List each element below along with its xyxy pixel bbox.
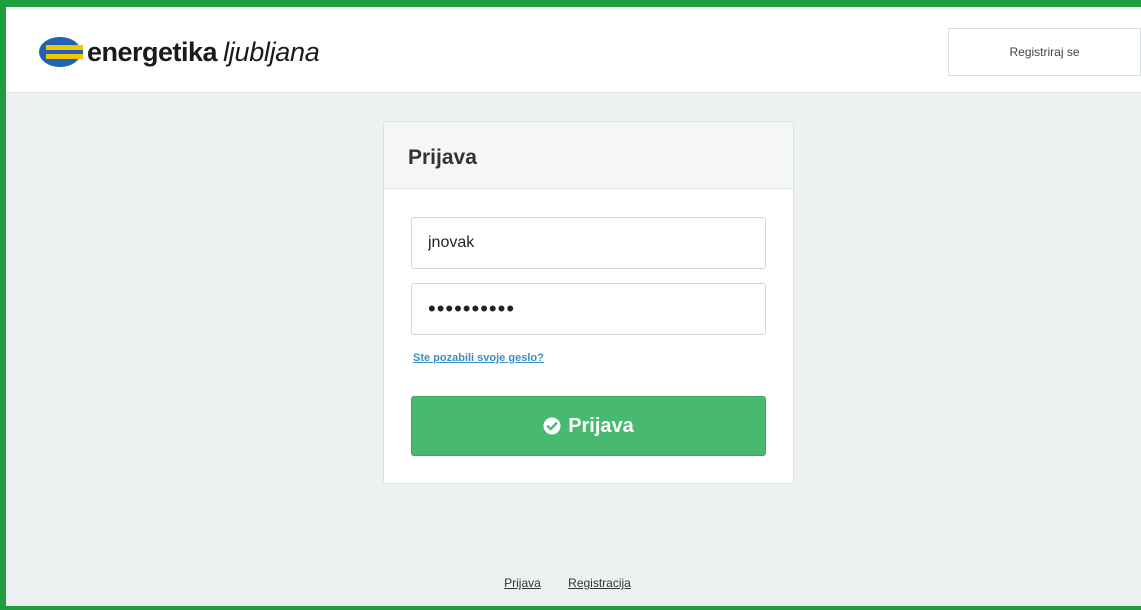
footer-link-login[interactable]: Prijava bbox=[504, 576, 541, 590]
login-button[interactable]: Prijava bbox=[411, 396, 766, 456]
forgot-password-link[interactable]: Ste pozabili svoje geslo? bbox=[413, 352, 544, 364]
login-title: Prijava bbox=[408, 146, 477, 169]
login-button-label: Prijava bbox=[568, 414, 634, 437]
login-panel-header: Prijava bbox=[384, 122, 793, 189]
footer-link-register[interactable]: Registracija bbox=[568, 576, 631, 590]
username-input[interactable] bbox=[411, 217, 766, 269]
top-bar: energetika ljubljana Registriraj se bbox=[6, 7, 1141, 93]
brand-logo[interactable]: energetika ljubljana bbox=[37, 32, 320, 72]
register-button[interactable]: Registriraj se bbox=[948, 28, 1141, 76]
brand-name-italic: ljubljana bbox=[223, 36, 320, 67]
password-input[interactable] bbox=[411, 283, 766, 335]
energetika-logo-icon bbox=[39, 37, 83, 67]
footer-links: Prijava Registracija bbox=[6, 576, 1141, 590]
app-frame: energetika ljubljana Registriraj se Prij… bbox=[0, 0, 1141, 610]
login-panel: Prijava Ste pozabili svoje geslo? Prijav… bbox=[383, 121, 794, 484]
check-circle-icon bbox=[543, 417, 561, 435]
brand-name-bold: energetika bbox=[87, 36, 218, 67]
